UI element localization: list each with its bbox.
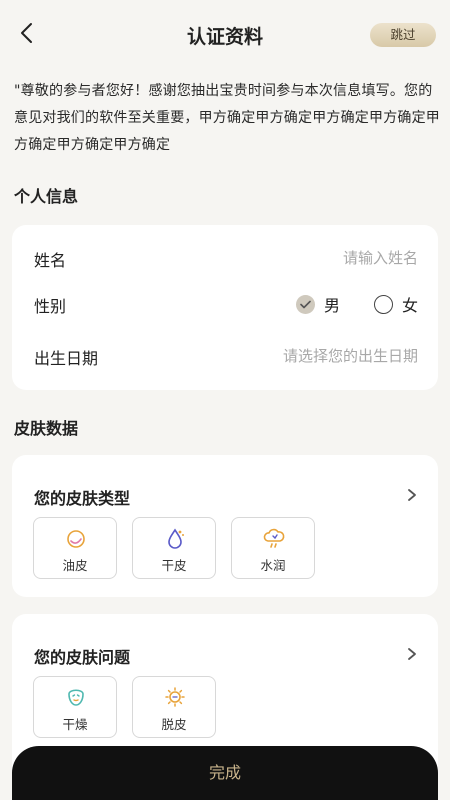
skin-problem-option-dryness[interactable]: 干燥	[33, 676, 117, 738]
personal-info-card: 姓名 请输入姓名 性别 男 女 出生日期 请选择您的出生日期	[12, 225, 438, 390]
gender-label: 性别	[34, 297, 67, 316]
birth-date-label: 出生日期	[34, 349, 99, 368]
chip-label: 干皮	[161, 558, 187, 573]
gender-option-female[interactable]: 女	[373, 292, 418, 316]
radio-unchecked-icon	[373, 294, 393, 314]
skin-type-option-dry[interactable]: 干皮	[132, 517, 216, 579]
gender-option-male[interactable]: 男	[295, 292, 340, 316]
gender-option-label: 女	[401, 296, 418, 315]
sun-peel-icon	[165, 687, 185, 707]
dry-face-icon	[68, 689, 84, 706]
skin-type-option-moist[interactable]: 水润	[231, 517, 315, 579]
chevron-right-icon[interactable]	[406, 487, 418, 503]
chevron-right-icon[interactable]	[406, 646, 418, 662]
skin-problem-option-peeling[interactable]: 脱皮	[132, 676, 216, 738]
skin-type-option-oily[interactable]: 油皮	[33, 517, 117, 579]
auth-profile-page: 认证资料 跳过 "尊敬的参与者您好！感谢您抽出宝贵时间参与本次信息填写。您的意见…	[0, 0, 450, 800]
skip-button[interactable]: 跳过	[370, 23, 436, 47]
top-bar: 认证资料 跳过	[0, 0, 450, 70]
radio-checked-icon	[295, 294, 315, 314]
name-label: 姓名	[34, 251, 67, 270]
skin-data-heading: 皮肤数据	[14, 419, 79, 438]
oil-drop-icon	[67, 530, 85, 548]
name-input[interactable]: 请输入姓名	[343, 247, 418, 268]
dry-drop-icon	[168, 528, 184, 549]
skin-type-title: 您的皮肤类型	[34, 489, 131, 508]
skin-problem-title: 您的皮肤问题	[34, 648, 131, 667]
gender-selector: 男 女	[295, 291, 418, 317]
skin-type-card: 您的皮肤类型 油皮 干皮 水润	[12, 455, 438, 597]
chip-label: 油皮	[62, 558, 88, 573]
gender-option-label: 男	[323, 296, 340, 315]
chip-label: 干燥	[62, 717, 88, 732]
personal-info-heading: 个人信息	[14, 187, 79, 206]
chip-label: 脱皮	[161, 717, 187, 732]
birth-date-picker[interactable]: 请选择您的出生日期	[283, 345, 418, 366]
moist-cloud-icon	[263, 528, 285, 548]
done-button[interactable]: 完成	[12, 746, 438, 800]
chip-label: 水润	[260, 558, 286, 573]
intro-notice: "尊敬的参与者您好！感谢您抽出宝贵时间参与本次信息填写。您的意见对我们的软件至关…	[14, 83, 440, 153]
